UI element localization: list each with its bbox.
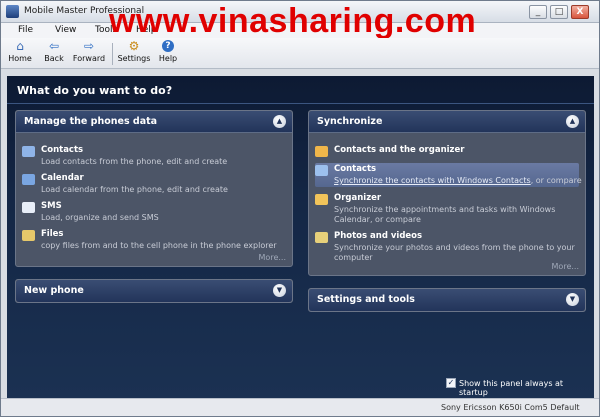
back-button[interactable]: ⇦ Back — [41, 39, 67, 68]
contacts-icon — [22, 146, 35, 157]
main-panel: What do you want to do? Manage the phone… — [7, 76, 594, 398]
settings-tools-header[interactable]: Settings and tools ▼ — [309, 289, 585, 311]
collapse-up-icon[interactable]: ▲ — [566, 115, 579, 128]
settings-icon: ⚙ — [128, 39, 140, 53]
sync-contacts-link[interactable]: Synchronize the contacts with Windows Co… — [334, 176, 531, 185]
settings-button[interactable]: ⚙ Settings — [116, 39, 152, 68]
manage-phones-header[interactable]: Manage the phones data ▲ — [16, 111, 292, 133]
settings-tools-panel: Settings and tools ▼ — [308, 288, 586, 312]
sync-calendar-icon — [315, 194, 328, 205]
sync-organizer-item[interactable]: Organizer Synchronize the appointments a… — [315, 193, 579, 224]
expand-down-icon[interactable]: ▼ — [273, 284, 286, 297]
back-arrow-icon: ⇦ — [48, 39, 60, 53]
collapse-up-icon[interactable]: ▲ — [273, 115, 286, 128]
forward-button[interactable]: ⇨ Forward — [71, 39, 107, 68]
sync-contacts-organizer-item[interactable]: Contacts and the organizer — [315, 145, 579, 159]
expand-down-icon[interactable]: ▼ — [566, 293, 579, 306]
menu-view[interactable]: View — [55, 25, 76, 35]
manage-more-link[interactable]: More... — [259, 253, 286, 262]
manage-phones-panel: Manage the phones data ▲ Contacts Load c… — [15, 110, 293, 267]
manage-files-item[interactable]: Files copy files from and to the cell ph… — [22, 229, 286, 253]
forward-arrow-icon: ⇨ — [83, 39, 95, 53]
watermark-text: www.vinasharing.com — [109, 2, 477, 40]
sync-organizer-icon — [315, 146, 328, 157]
synchronize-header[interactable]: Synchronize ▲ — [309, 111, 585, 133]
page-title: What do you want to do? — [17, 84, 173, 97]
manage-sms-item[interactable]: SMS Load, organize and send SMS — [22, 201, 286, 225]
manage-contacts-item[interactable]: Contacts Load contacts from the phone, e… — [22, 145, 286, 169]
manage-calendar-item[interactable]: Calendar Load calendar from the phone, e… — [22, 173, 286, 197]
menu-file[interactable]: File — [18, 25, 33, 35]
sync-contacts-item[interactable]: Contacts Synchronize the contacts with W… — [315, 163, 582, 187]
status-bar: Sony Ericsson K650i Com5 Default — [1, 398, 599, 416]
close-button[interactable]: X — [571, 5, 589, 19]
home-icon: ⌂ — [16, 39, 24, 53]
sync-more-link[interactable]: More... — [552, 262, 579, 271]
show-panel-checkbox[interactable]: ✓ — [446, 378, 456, 388]
toolbar-separator — [112, 43, 113, 65]
files-icon — [22, 230, 35, 241]
title-divider — [7, 103, 594, 104]
home-button[interactable]: ⌂ Home — [7, 39, 33, 68]
maximize-button[interactable]: □ — [550, 5, 568, 19]
app-window: Mobile Master Professional _ □ X File Vi… — [0, 0, 600, 417]
new-phone-panel: New phone ▼ — [15, 279, 293, 303]
minimize-button[interactable]: _ — [529, 5, 547, 19]
app-logo-icon — [6, 5, 19, 18]
show-panel-label: Show this panel always at startup — [459, 379, 564, 397]
help-icon: ? — [162, 40, 174, 52]
status-text: Sony Ericsson K650i Com5 Default — [441, 403, 580, 412]
sms-icon — [22, 202, 35, 213]
sync-contacts-icon — [315, 165, 328, 176]
photos-icon — [315, 232, 328, 243]
help-button[interactable]: ? Help — [156, 39, 180, 68]
synchronize-panel: Synchronize ▲ Contacts and the organizer… — [308, 110, 586, 276]
calendar-icon — [22, 174, 35, 185]
toolbar: ⌂ Home ⇦ Back ⇨ Forward ⚙ Settings ? Hel… — [1, 38, 599, 69]
sync-photos-item[interactable]: Photos and videos Synchronize your photo… — [315, 231, 579, 262]
new-phone-header[interactable]: New phone ▼ — [16, 280, 292, 302]
